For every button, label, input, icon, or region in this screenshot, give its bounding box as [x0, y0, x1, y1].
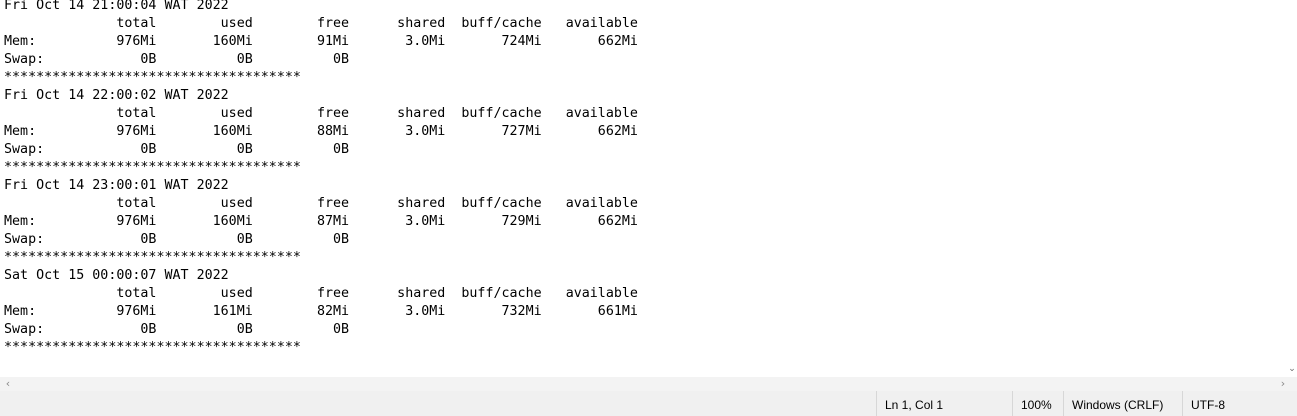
scroll-down-icon[interactable]: ⌄ [1287, 363, 1297, 375]
horizontal-scrollbar[interactable]: ‹ › [0, 377, 1297, 391]
line-ending: Windows (CRLF) [1063, 391, 1182, 416]
scroll-right-icon[interactable]: › [1276, 377, 1290, 391]
vertical-scrollbar[interactable]: ⌄ [1287, 0, 1297, 377]
text-editor-area[interactable]: Fri Oct 14 21:00:04 WAT 2022 total used … [0, 0, 1287, 377]
notepad-window: Fri Oct 14 21:00:04 WAT 2022 total used … [0, 0, 1297, 416]
scroll-left-icon[interactable]: ‹ [1, 377, 15, 391]
editor-text[interactable]: Fri Oct 14 21:00:04 WAT 2022 total used … [4, 0, 638, 357]
zoom-level: 100% [1012, 391, 1063, 416]
encoding: UTF-8 [1182, 391, 1297, 416]
status-bar: Ln 1, Col 1 100% Windows (CRLF) UTF-8 [0, 391, 1297, 416]
cursor-position: Ln 1, Col 1 [876, 391, 1012, 416]
